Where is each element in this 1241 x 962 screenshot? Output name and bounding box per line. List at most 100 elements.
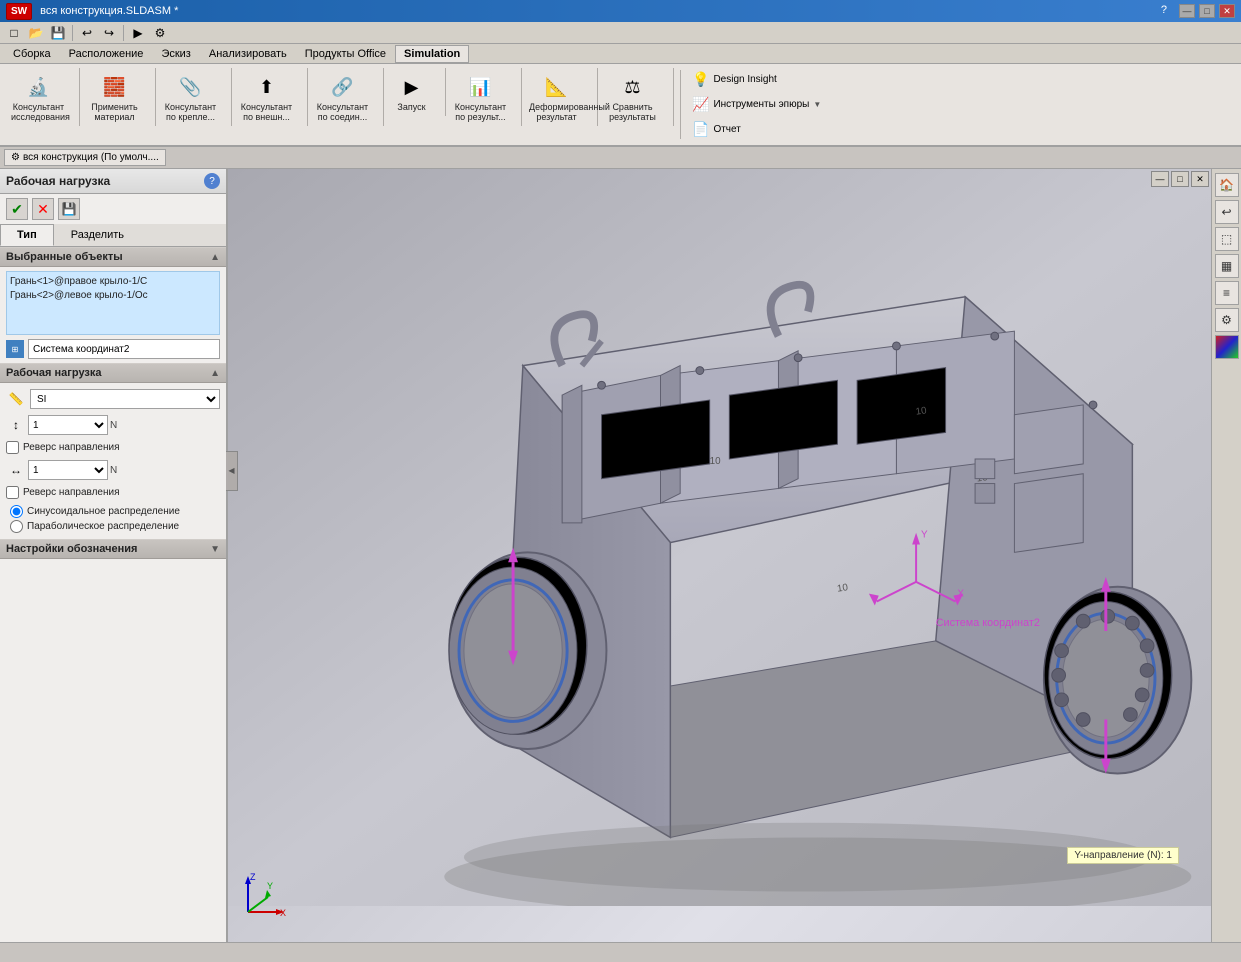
value2-row: ↔ 1 N — [6, 460, 220, 480]
report-btn[interactable]: 📄 Отчет — [687, 118, 826, 141]
title-text: вся конструкция.SLDASM * — [40, 5, 178, 17]
vp-minimize-btn[interactable]: — — [1151, 171, 1169, 187]
force1-icon: ↕ — [6, 415, 26, 435]
run-btn[interactable]: ▶ Запуск — [388, 68, 436, 116]
rs-property-btn[interactable]: ≡ — [1215, 281, 1239, 305]
menu-assembly[interactable]: Сборка — [4, 45, 60, 63]
menu-simulation[interactable]: Simulation — [395, 45, 469, 63]
save-panel-button[interactable]: 💾 — [58, 198, 80, 220]
selected-objects-section-header[interactable]: Выбранные объекты ▲ — [0, 247, 226, 267]
svg-text:X: X — [280, 908, 286, 918]
reverse2-checkbox[interactable] — [6, 486, 19, 499]
menu-layout[interactable]: Расположение — [60, 45, 153, 63]
menu-sketch[interactable]: Эскиз — [152, 45, 199, 63]
doc-tab-label: вся конструкция (По умолч.... — [23, 152, 159, 163]
svg-text:Система координат2: Система координат2 — [936, 617, 1040, 629]
value1-unit: N — [110, 420, 117, 431]
run-label: Запуск — [397, 103, 425, 113]
load-section-label: Рабочая нагрузка — [6, 367, 102, 379]
titlebar: SW вся конструкция.SLDASM * ? — □ ✕ — [0, 0, 1241, 22]
open-btn[interactable]: 📂 — [26, 24, 46, 42]
reverse1-checkbox[interactable] — [6, 441, 19, 454]
sw-logo: SW — [6, 3, 32, 20]
viewport-window-controls: — □ ✕ — [1149, 169, 1211, 189]
study-advisor-icon: 🔬 — [23, 71, 55, 103]
ribbon-group-run: ▶ Запуск — [386, 68, 446, 116]
value1-select[interactable]: 1 — [28, 415, 108, 435]
rs-color-btn[interactable] — [1215, 335, 1239, 359]
load-section-header[interactable]: Рабочая нагрузка ▲ — [0, 363, 226, 383]
confirm-button[interactable]: ✔ — [6, 198, 28, 220]
ribbon-group-deform: 📐 Деформированный результат — [524, 68, 598, 126]
compare-results-btn[interactable]: ⚖ Сравнить результаты — [600, 68, 665, 126]
connection-advisor-btn[interactable]: 🔗 Консультант по соедин... — [310, 68, 375, 126]
tab-split[interactable]: Разделить — [54, 224, 141, 246]
tab-type[interactable]: Тип — [0, 224, 54, 246]
svg-text:10: 10 — [836, 582, 849, 594]
unit-system-select[interactable]: SI — [30, 389, 220, 409]
coord-row: ⊞ — [6, 339, 220, 359]
doc-tab-item[interactable]: ⚙ вся конструкция (По умолч.... — [4, 149, 166, 166]
menu-office[interactable]: Продукты Office — [296, 45, 395, 63]
value2-unit: N — [110, 465, 117, 476]
help-btn[interactable]: ? — [1161, 4, 1167, 18]
fixture-advisor-btn[interactable]: 📎 Консультант по крепле... — [158, 68, 223, 126]
panel-help-button[interactable]: ? — [204, 173, 220, 189]
maximize-button[interactable]: □ — [1199, 4, 1215, 18]
rs-component-btn[interactable]: ⬚ — [1215, 227, 1239, 251]
object-list[interactable]: Грань<1>@правое крыло-1/С Грань<2>@левое… — [6, 271, 220, 335]
sine-radio-row: Синусоидальное распределение — [10, 505, 220, 518]
load-section-content: 📏 SI ↕ 1 N Реверс направления ↔ 1 — [0, 383, 226, 539]
ribbon-group-compare: ⚖ Сравнить результаты — [600, 68, 674, 126]
apply-material-btn[interactable]: 🧱 Применить материал — [82, 68, 147, 126]
value2-select[interactable]: 1 — [28, 460, 108, 480]
new-btn[interactable]: □ — [4, 24, 24, 42]
rebuild-btn[interactable]: ▶ — [128, 24, 148, 42]
external-advisor-btn[interactable]: ⬆ Консультант по внешн... — [234, 68, 299, 126]
svg-text:10: 10 — [915, 405, 928, 417]
undo-btn[interactable]: ↩ — [77, 24, 97, 42]
svg-text:X: X — [957, 589, 964, 600]
svg-text:10: 10 — [710, 456, 721, 467]
sine-label: Синусоидальное распределение — [27, 506, 180, 517]
right-sidebar: 🏠 ↩ ⬚ ▦ ≡ ⚙ — [1211, 169, 1241, 942]
panel-title: Рабочая нагрузка — [6, 174, 110, 188]
doc-tab-icon: ⚙ — [11, 152, 20, 163]
close-button[interactable]: ✕ — [1219, 4, 1235, 18]
design-insight-icon: 💡 — [692, 71, 709, 88]
diagram-tools-btn[interactable]: 📈 Инструменты эпюры ▼ — [687, 93, 826, 116]
rs-back-btn[interactable]: ↩ — [1215, 200, 1239, 224]
vp-close-btn[interactable]: ✕ — [1191, 171, 1209, 187]
minimize-button[interactable]: — — [1179, 4, 1195, 18]
ribbon-group-material: 🧱 Применить материал — [82, 68, 156, 126]
load-section-chevron: ▲ — [210, 368, 220, 379]
statusbar — [0, 942, 1241, 962]
model-svg: Y X Система координат2 10 10 10 10 — [228, 169, 1211, 906]
save-btn[interactable]: 💾 — [48, 24, 68, 42]
sine-radio[interactable] — [10, 505, 23, 518]
cancel-panel-button[interactable]: ✕ — [32, 198, 54, 220]
result-advisor-btn[interactable]: 📊 Консультант по результ... — [448, 68, 513, 126]
rs-home-btn[interactable]: 🏠 — [1215, 173, 1239, 197]
menu-analyze[interactable]: Анализировать — [200, 45, 296, 63]
ribbon-group-external: ⬆ Консультант по внешн... — [234, 68, 308, 126]
rs-config-btn[interactable]: ⚙ — [1215, 308, 1239, 332]
parabolic-radio[interactable] — [10, 520, 23, 533]
panel-collapse-handle[interactable]: ◀ — [226, 451, 238, 491]
axes-indicator: Z X Y — [238, 862, 298, 922]
notation-section-header[interactable]: Настройки обозначения ▼ — [0, 539, 226, 559]
left-panel: Рабочая нагрузка ? ✔ ✕ 💾 Тип Разделить В… — [0, 169, 228, 942]
ribbon-group-fixture: 📎 Консультант по крепле... — [158, 68, 232, 126]
study-advisor-btn[interactable]: 🔬 Консультант исследования — [6, 68, 71, 126]
design-insight-btn[interactable]: 💡 Design Insight — [687, 68, 826, 91]
coord-system-input[interactable] — [28, 339, 220, 359]
deform-result-btn[interactable]: 📐 Деформированный результат — [524, 68, 589, 126]
vp-maximize-btn[interactable]: □ — [1171, 171, 1189, 187]
ribbon-content: 🔬 Консультант исследования 🧱 Применить м… — [0, 64, 1241, 145]
rs-feature-btn[interactable]: ▦ — [1215, 254, 1239, 278]
ribbon-group-advisor: 🔬 Консультант исследования — [6, 68, 80, 126]
svg-text:Y: Y — [921, 530, 928, 541]
redo-btn[interactable]: ↪ — [99, 24, 119, 42]
distribution-radio-group: Синусоидальное распределение Параболичес… — [10, 505, 220, 533]
options-btn[interactable]: ⚙ — [150, 24, 170, 42]
